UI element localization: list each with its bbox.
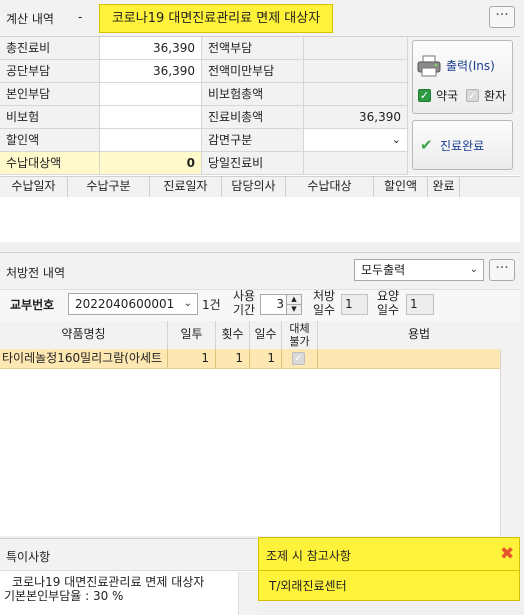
prescription-more-button[interactable]: ··· — [489, 259, 515, 281]
same-day-fee-label: 당일진료비 — [202, 152, 304, 175]
payments-col-target: 수납대상 — [286, 177, 374, 197]
drug-col-name: 약품명칭 — [0, 321, 168, 349]
full-burden-label: 전액부담 — [202, 37, 304, 60]
issue-number-label: 교부번호 — [10, 298, 55, 312]
usage-period-label: 사용 기간 — [232, 289, 256, 317]
print-button[interactable]: 출력(Ins) ✓ 약국 ✓ 환자 — [412, 40, 513, 114]
close-icon[interactable]: ✖ — [500, 544, 514, 564]
covid-exemption-banner: 코로나19 대면진료관리료 면제 대상자 — [99, 4, 333, 33]
drug-times-cell: 1 — [216, 349, 250, 368]
usage-period-value: 3 — [276, 297, 284, 311]
non-insured-value — [100, 106, 202, 129]
total-fee-label: 총진료비 — [0, 37, 100, 60]
total-fee-value: 36,390 — [100, 37, 202, 60]
payable-amount-value: 0 — [100, 152, 202, 175]
billing-panel: 계산 내역 - 코로나19 대면진료관리료 면제 대상자 ··· 총진료비 36… — [0, 0, 520, 242]
care-fee-total-value: 36,390 — [304, 106, 408, 129]
partial-burden-label: 전액미만부담 — [202, 60, 304, 83]
output-option-select[interactable]: 모두출력 ⌄ — [354, 259, 484, 281]
drug-name-cell: 타이레놀정160밀리그람(아세트 — [0, 349, 168, 368]
drug-usage-cell — [318, 349, 500, 368]
full-burden-value — [304, 37, 408, 60]
care-days-field: 1 — [406, 294, 434, 315]
rx-days-field: 1 — [341, 294, 368, 315]
billing-grid: 총진료비 36,390 전액부담 공단부담 36,390 전액미만부담 본인부담… — [0, 37, 408, 175]
substitute-disabled-checkbox[interactable]: ✓ — [292, 352, 305, 365]
care-fee-total-label: 진료비총액 — [202, 106, 304, 129]
payments-col-discount: 할인액 — [374, 177, 428, 197]
printer-icon — [417, 55, 441, 77]
non-insured-label: 비보험 — [0, 106, 100, 129]
non-insured-total-value — [304, 83, 408, 106]
pharmacy-checkbox-label: 약국 — [436, 89, 459, 103]
spinner-up-button[interactable]: ▲ — [286, 295, 301, 305]
dispense-notes-panel: 조제 시 참고사항 ✖ T/외래진료센터 — [258, 537, 520, 601]
drug-col-times: 횟수 — [216, 321, 250, 349]
reduction-type-select[interactable]: ⌄ — [304, 129, 408, 152]
dispense-notes-label: 조제 시 참고사항 — [266, 549, 351, 563]
print-button-label: 출력(Ins) — [446, 59, 495, 73]
usage-period-input[interactable]: 3 ▲ ▼ — [260, 294, 302, 315]
chevron-down-icon: ⌄ — [469, 264, 478, 275]
non-insured-total-label: 비보험총액 — [202, 83, 304, 106]
drug-col-dose: 일투 — [168, 321, 216, 349]
payments-col-type: 수납구분 — [68, 177, 150, 197]
complete-treatment-label: 진료완료 — [440, 139, 485, 153]
drug-col-days: 일수 — [250, 321, 282, 349]
chevron-down-icon: ⌄ — [391, 133, 401, 146]
partial-burden-value — [304, 60, 408, 83]
dispense-notes-text[interactable]: T/외래진료센터 — [269, 577, 347, 594]
complete-treatment-button[interactable]: ✔ 진료완료 — [412, 120, 513, 170]
drug-col-substitute: 대체 불가 — [282, 321, 318, 349]
pharmacy-checkbox[interactable]: ✓ — [418, 89, 431, 102]
rx-days-label: 처방 일수 — [312, 289, 336, 317]
special-notes-scrollbar[interactable] — [238, 572, 257, 615]
drug-dose-cell: 1 — [168, 349, 216, 368]
prescription-count: 1건 — [202, 298, 221, 312]
table-row[interactable]: 타이레놀정160밀리그람(아세트 1 1 1 ✓ — [0, 349, 500, 369]
dispense-notes-divider — [259, 570, 519, 571]
patient-checkbox[interactable]: ✓ — [466, 89, 479, 102]
issue-number-value: 2022040600001 — [75, 297, 175, 311]
drug-days-cell: 1 — [250, 349, 282, 368]
covid-exemption-banner-text: 코로나19 대면진료관리료 면제 대상자 — [111, 11, 321, 26]
billing-more-button[interactable]: ··· — [489, 6, 515, 28]
header-dash: - — [78, 10, 83, 24]
payments-col-visit-date: 진료일자 — [150, 177, 222, 197]
insurer-burden-label: 공단부담 — [0, 60, 100, 83]
discount-label: 할인액 — [0, 129, 100, 152]
special-notes-text[interactable]: 코로나19 대면진료관리료 면제 대상자 기본본인부담율 : 30 % — [4, 575, 236, 603]
special-notes-panel: 특이사항 코로나19 대면진료관리료 면제 대상자 기본본인부담율 : 30 % — [0, 538, 257, 615]
prescription-section-label: 처방전 내역 — [6, 266, 66, 280]
spinner-down-button[interactable]: ▼ — [286, 305, 301, 314]
discount-input[interactable] — [100, 129, 202, 152]
prescription-panel: 처방전 내역 모두출력 ⌄ ··· 교부번호 2022040600001 ⌄ 1… — [0, 252, 520, 536]
payments-col-filler — [460, 177, 520, 197]
care-days-label: 요양 일수 — [376, 289, 400, 317]
drug-table: 약품명칭 일투 횟수 일수 대체 불가 용법 타이레놀정160밀리그람(아세트 … — [0, 321, 520, 536]
drug-table-scrollbar[interactable] — [500, 349, 520, 536]
patient-burden-label: 본인부담 — [0, 83, 100, 106]
same-day-fee-value — [304, 152, 408, 175]
payments-table: 수납일자 수납구분 진료일자 담당의사 수납대상 할인액 완료 — [0, 176, 520, 242]
payments-col-doctor: 담당의사 — [222, 177, 286, 197]
patient-burden-value — [100, 83, 202, 106]
billing-section-label: 계산 내역 — [6, 12, 54, 26]
payments-col-date: 수납일자 — [0, 177, 68, 197]
issue-number-select[interactable]: 2022040600001 ⌄ — [68, 293, 198, 315]
reduction-type-label: 감면구분 — [202, 129, 304, 152]
check-icon: ✔ — [420, 136, 433, 154]
drug-substitute-cell: ✓ — [282, 349, 318, 368]
drug-col-usage: 용법 — [318, 321, 520, 349]
special-notes-line-1: 코로나19 대면진료관리료 면제 대상자 — [12, 575, 205, 589]
chevron-down-icon: ⌄ — [183, 298, 192, 309]
patient-checkbox-label: 환자 — [484, 89, 507, 103]
payable-amount-label: 수납대상액 — [0, 152, 100, 175]
payments-col-done: 완료 — [428, 177, 460, 197]
insurer-burden-value: 36,390 — [100, 60, 202, 83]
special-notes-label: 특이사항 — [6, 550, 51, 564]
output-option-value: 모두출력 — [361, 263, 406, 277]
special-notes-line-2: 기본본인부담율 : 30 % — [4, 589, 124, 603]
